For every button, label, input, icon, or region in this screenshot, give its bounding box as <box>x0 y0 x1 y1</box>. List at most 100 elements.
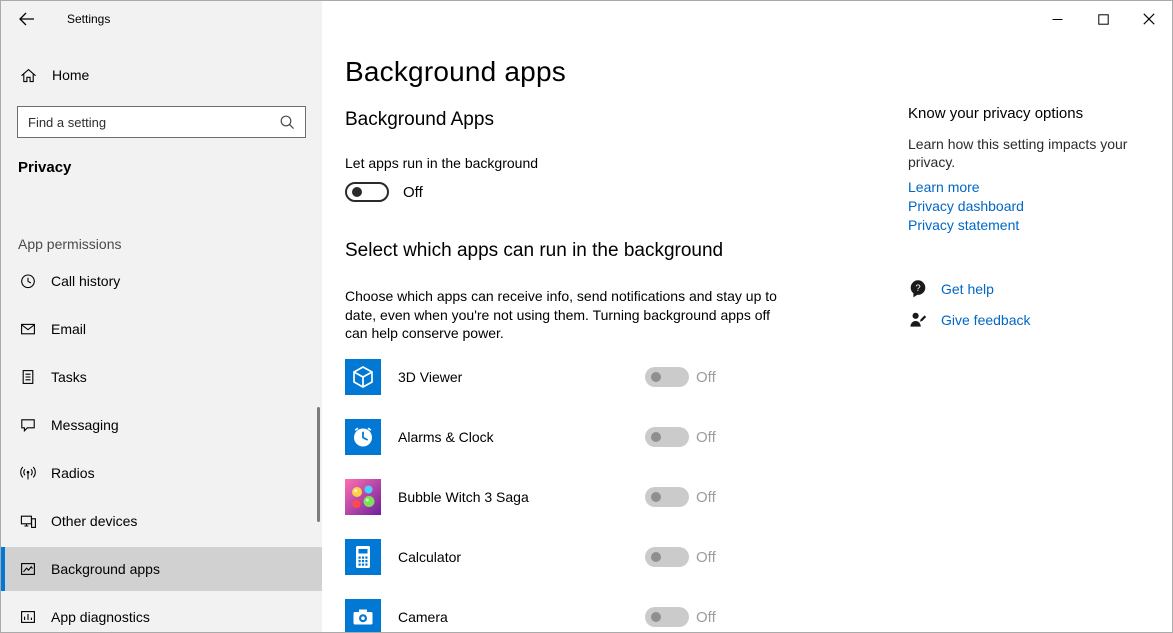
sidebar-item-tasks[interactable]: Tasks <box>1 355 322 399</box>
close-icon <box>1143 13 1155 25</box>
give-feedback-row: Give feedback <box>908 310 1031 330</box>
toggle-knob <box>651 432 661 442</box>
search-input[interactable] <box>18 107 279 137</box>
messaging-icon <box>21 419 35 433</box>
sidebar-item-label: Background apps <box>51 561 160 577</box>
sidebar-nav: Call history Email Tasks Messaging Radio… <box>1 259 322 632</box>
master-toggle-label: Let apps run in the background <box>345 155 539 171</box>
background-apps-heading: Background Apps <box>345 109 494 130</box>
master-toggle-state: Off <box>403 183 423 201</box>
select-apps-description: Choose which apps can receive info, send… <box>345 288 777 341</box>
app-toggle-bubble-witch <box>645 487 689 507</box>
sidebar-item-other-devices[interactable]: Other devices <box>1 499 322 543</box>
sidebar-item-app-diagnostics[interactable]: App diagnostics <box>1 595 322 632</box>
search-box <box>17 106 306 138</box>
sidebar-item-background-apps[interactable]: Background apps <box>1 547 322 591</box>
privacy-dashboard-link[interactable]: Privacy dashboard <box>908 197 1145 216</box>
sidebar-item-email[interactable]: Email <box>1 307 322 351</box>
sidebar-item-call-history[interactable]: Call history <box>1 259 322 303</box>
privacy-statement-link[interactable]: Privacy statement <box>908 216 1145 235</box>
get-help-row: ? Get help <box>908 279 1031 299</box>
app-row: Calculator Off <box>345 527 815 587</box>
titlebar: Settings <box>1 1 1172 37</box>
sidebar-item-home[interactable]: Home <box>1 55 322 95</box>
sidebar-section-title: Privacy <box>18 159 72 176</box>
app-toggle-alarms-clock <box>645 427 689 447</box>
app-row: Bubble Witch 3 Saga Off <box>345 467 815 527</box>
app-toggle-calculator <box>645 547 689 567</box>
app-list: 3D Viewer Off Alarms & Clock Off Bubble … <box>345 347 815 632</box>
calculator-app-icon <box>345 539 381 575</box>
sidebar-home-label: Home <box>52 67 90 83</box>
give-feedback-link[interactable]: Give feedback <box>941 312 1031 328</box>
svg-text:?: ? <box>915 283 920 294</box>
home-icon <box>21 68 36 82</box>
alarms-clock-app-icon <box>345 419 381 455</box>
app-name: 3D Viewer <box>398 369 463 385</box>
select-apps-heading: Select which apps can run in the backgro… <box>345 240 724 261</box>
privacy-links: Learn more Privacy dashboard Privacy sta… <box>908 178 1145 235</box>
app-name: Calculator <box>398 549 462 565</box>
sidebar: Home Privacy App permissions Call histor… <box>1 1 322 632</box>
camera-app-icon <box>345 599 381 632</box>
bubble-witch-app-icon <box>345 479 381 515</box>
tasks-icon <box>22 370 34 384</box>
back-button[interactable] <box>1 1 51 37</box>
email-icon <box>21 323 35 335</box>
app-name: Camera <box>398 609 448 625</box>
maximize-button[interactable] <box>1080 1 1126 37</box>
get-help-icon: ? <box>910 280 926 298</box>
app-name: Alarms & Clock <box>398 429 494 445</box>
app-toggle-state: Off <box>696 488 716 506</box>
app-row: 3D Viewer Off <box>345 347 815 407</box>
app-name: Bubble Witch 3 Saga <box>398 489 529 505</box>
toggle-knob <box>651 612 661 622</box>
sidebar-item-label: Email <box>51 321 87 337</box>
sidebar-item-label: Tasks <box>51 369 87 385</box>
app-toggle-camera <box>645 607 689 627</box>
toggle-knob <box>651 372 661 382</box>
sidebar-item-label: Other devices <box>51 513 138 529</box>
window-controls <box>1034 1 1172 37</box>
minimize-button[interactable] <box>1034 1 1080 37</box>
give-feedback-icon <box>910 312 927 327</box>
app-toggle-state: Off <box>696 368 716 386</box>
sidebar-item-label: Messaging <box>51 417 119 433</box>
master-toggle-row: Off <box>345 182 423 202</box>
app-toggle-3d-viewer <box>645 367 689 387</box>
close-button[interactable] <box>1126 1 1172 37</box>
radios-icon <box>20 466 36 480</box>
app-toggle-state: Off <box>696 608 716 626</box>
toggle-knob <box>352 187 362 197</box>
settings-window: Home Privacy App permissions Call histor… <box>0 0 1173 633</box>
window-title: Settings <box>67 12 111 26</box>
learn-more-link[interactable]: Learn more <box>908 178 1145 197</box>
toggle-knob <box>651 492 661 502</box>
app-toggle-state: Off <box>696 548 716 566</box>
app-diagnostics-icon <box>21 611 35 623</box>
back-arrow-icon <box>18 12 34 26</box>
sidebar-item-label: Call history <box>51 273 121 289</box>
privacy-options-panel: Know your privacy options Learn how this… <box>908 105 1145 235</box>
help-panel: ? Get help Give feedback <box>908 279 1031 341</box>
sidebar-item-messaging[interactable]: Messaging <box>1 403 322 447</box>
toggle-knob <box>651 552 661 562</box>
page-title: Background apps <box>345 56 566 87</box>
other-devices-icon <box>20 515 36 528</box>
app-toggle-state: Off <box>696 428 716 446</box>
app-row: Camera Off <box>345 587 815 632</box>
sidebar-item-label: App diagnostics <box>51 609 150 625</box>
get-help-link[interactable]: Get help <box>941 281 994 297</box>
app-row: Alarms & Clock Off <box>345 407 815 467</box>
maximize-icon <box>1097 13 1109 25</box>
sidebar-item-radios[interactable]: Radios <box>1 451 322 495</box>
privacy-options-description: Learn how this setting impacts your priv… <box>908 136 1128 170</box>
search-icon[interactable] <box>279 114 296 131</box>
3d-viewer-app-icon <box>345 359 381 395</box>
selected-accent-bar <box>1 547 5 591</box>
call-history-icon <box>21 274 35 289</box>
master-toggle[interactable] <box>345 182 389 202</box>
sidebar-scrollbar[interactable] <box>317 407 320 522</box>
background-apps-icon <box>21 563 35 575</box>
minimize-icon <box>1052 18 1062 20</box>
